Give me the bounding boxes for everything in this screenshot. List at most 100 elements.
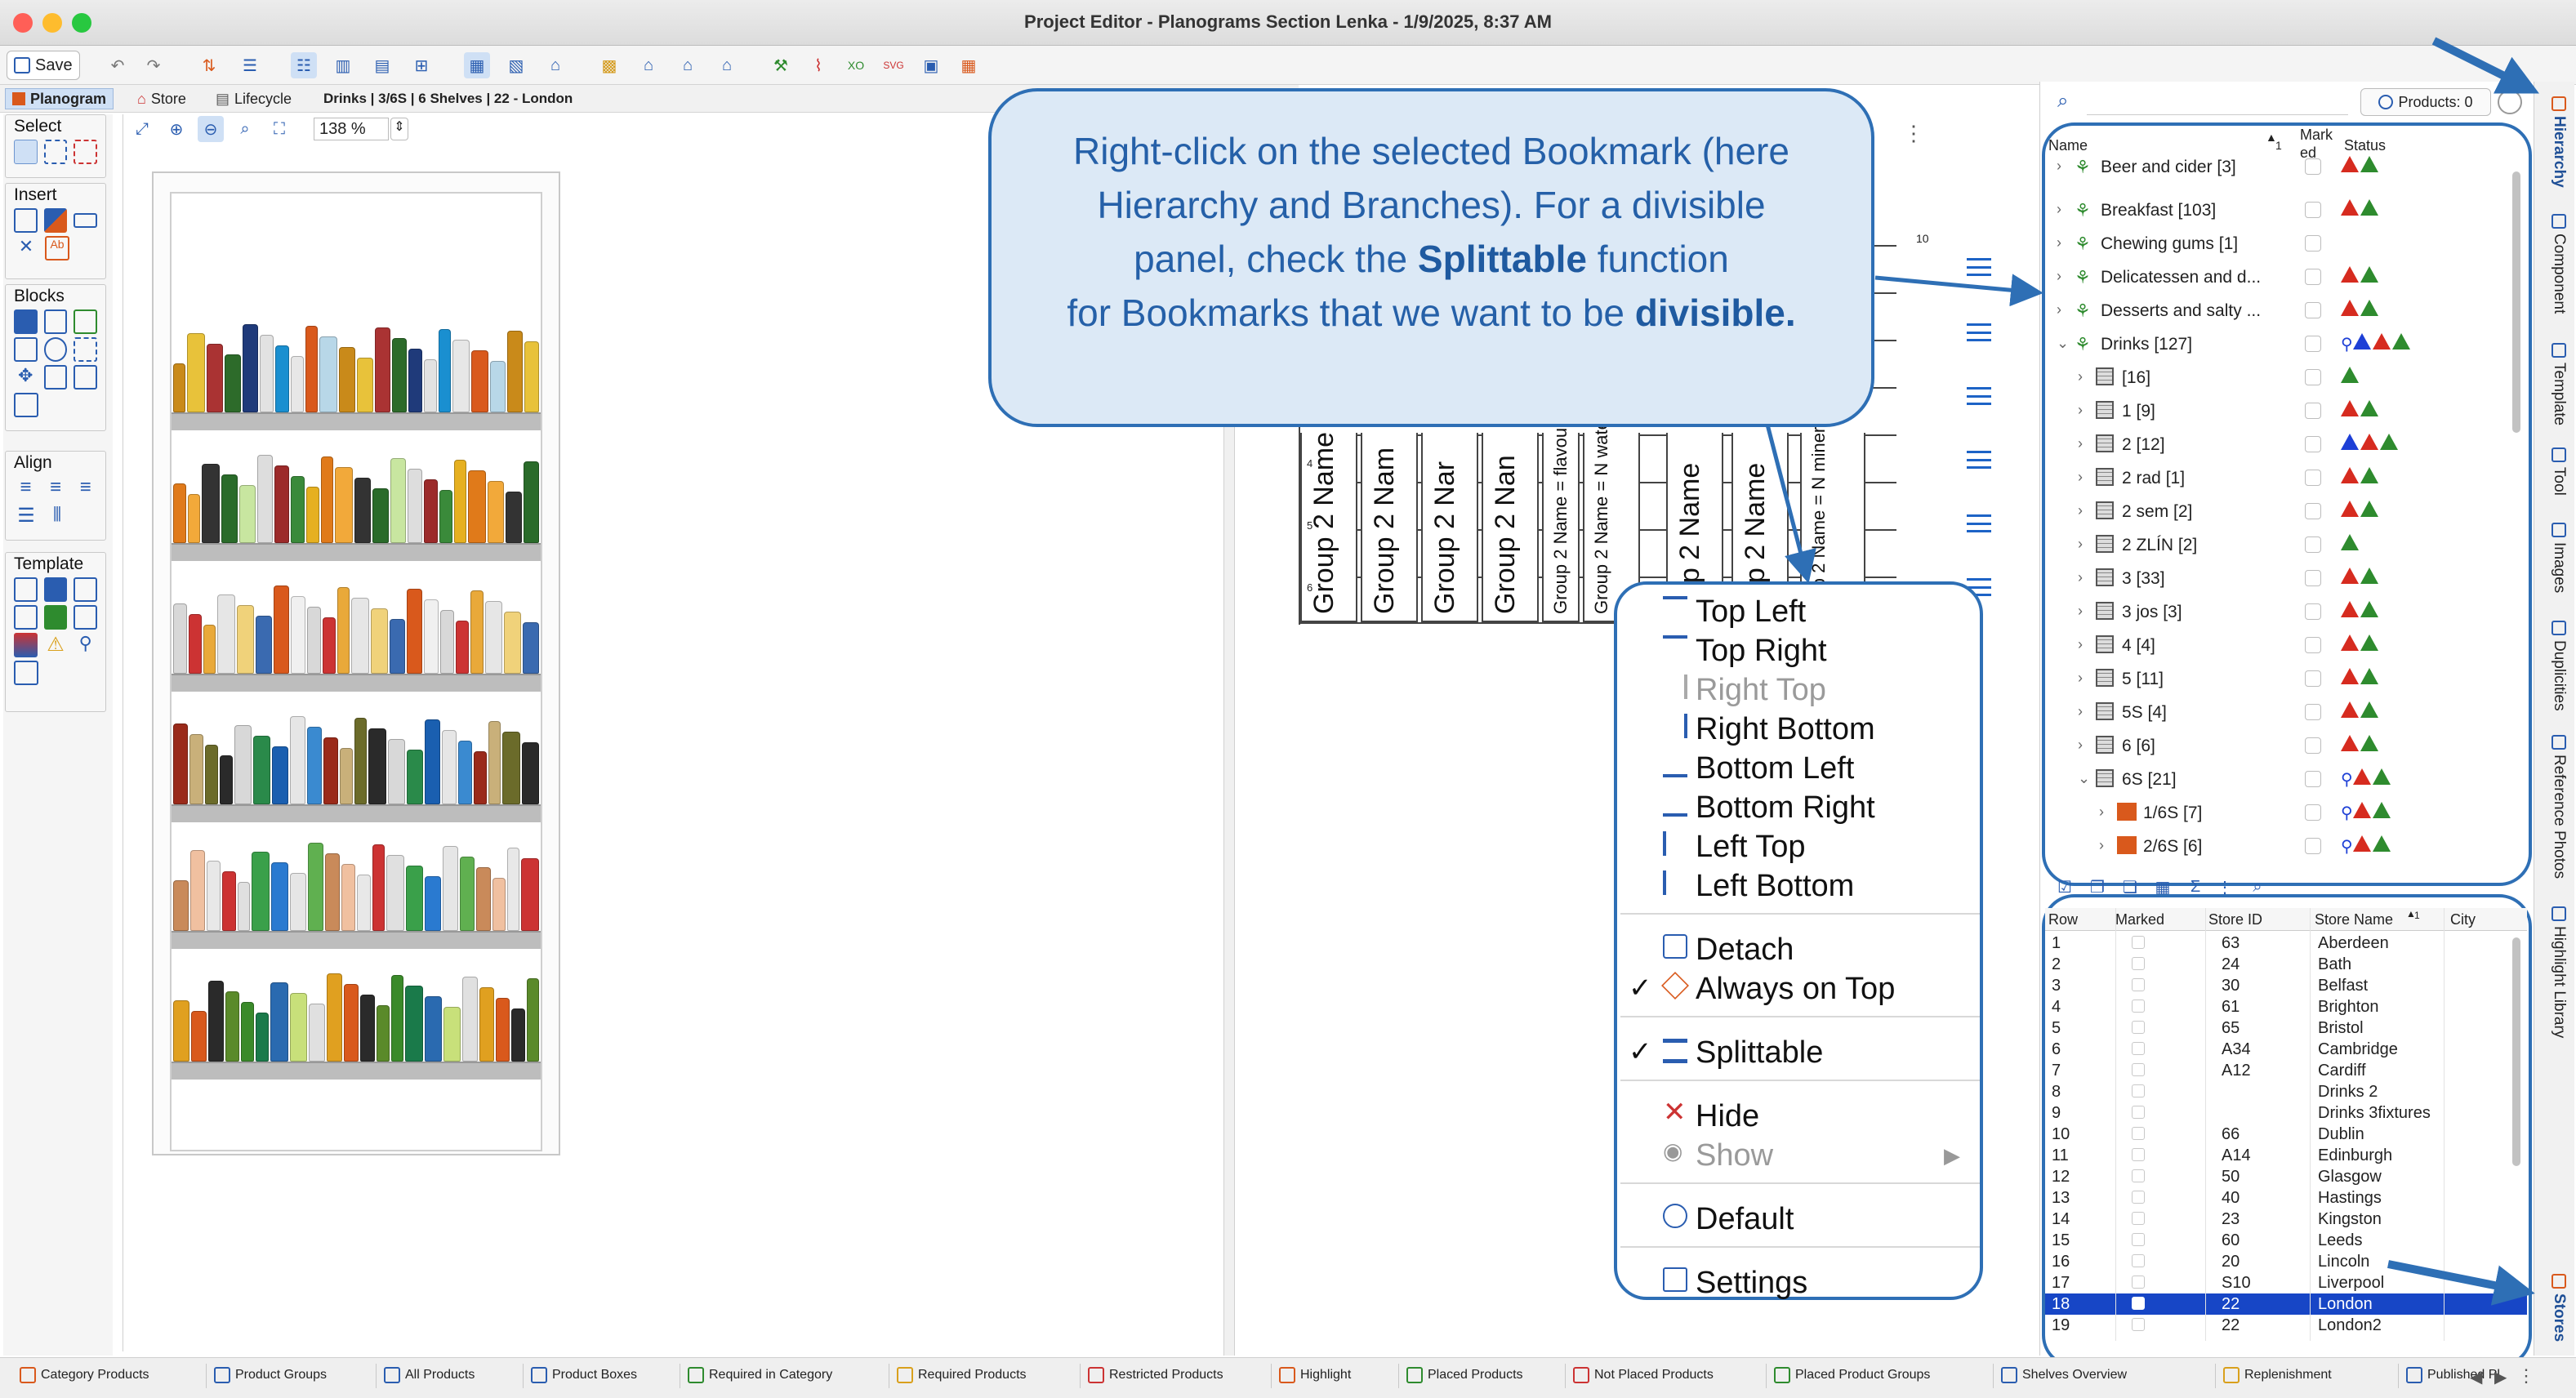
store-row[interactable]: 17 S10 Liverpool [2045, 1272, 2527, 1293]
refresh-icon[interactable] [2498, 90, 2522, 114]
product-facing[interactable] [408, 469, 422, 543]
products-count-filter[interactable]: Products: 0 [2360, 88, 2491, 116]
fixtures-icon[interactable]: ▩ [596, 52, 622, 78]
product-facing[interactable] [191, 1011, 207, 1062]
bottom-tab-highlight[interactable]: Highlight [1279, 1367, 1351, 1383]
product-facing[interactable] [225, 991, 239, 1062]
side-tab-component[interactable]: Component [2540, 214, 2568, 336]
chevron-down-icon[interactable]: ⌄ [2057, 335, 2069, 352]
product-facing[interactable] [386, 855, 404, 931]
bottom-tab-shelves-overview[interactable]: Shelves Overview [2001, 1367, 2127, 1383]
product-facing[interactable] [206, 344, 224, 412]
store-row[interactable]: 1 63 Aberdeen [2045, 933, 2527, 954]
product-facing[interactable] [307, 727, 323, 804]
marked-checkbox[interactable] [2305, 804, 2321, 821]
product-facing[interactable] [372, 488, 390, 543]
marked-checkbox[interactable] [2305, 158, 2321, 175]
template-two-icon[interactable] [43, 577, 68, 602]
product-facing[interactable] [256, 1013, 269, 1062]
image-export-icon[interactable]: ▣ [918, 52, 944, 78]
chevron-right-icon[interactable]: › [2078, 569, 2083, 586]
grid-export-icon[interactable]: ▦ [956, 52, 982, 78]
tab-planogram[interactable]: Planogram [5, 88, 114, 109]
col-marked[interactable]: Marked [2115, 911, 2164, 928]
product-facing[interactable] [207, 861, 221, 931]
marked-checkbox[interactable] [2305, 302, 2321, 318]
block-move-icon[interactable] [14, 337, 38, 362]
product-facing[interactable] [391, 338, 407, 412]
product-facing[interactable] [468, 470, 486, 543]
product-facing[interactable] [471, 350, 488, 412]
product-facing[interactable] [259, 335, 274, 412]
store-row[interactable]: 19 22 London2 [2045, 1315, 2527, 1336]
product-facing[interactable] [424, 876, 442, 931]
product-facing[interactable] [507, 331, 524, 412]
product-facing[interactable] [443, 1007, 461, 1062]
chevron-right-icon[interactable]: › [2078, 368, 2083, 385]
chevron-right-icon[interactable]: › [2099, 837, 2104, 854]
menu-hide[interactable]: Hide [1696, 1097, 1759, 1135]
rows-icon[interactable]: ▤ [369, 52, 395, 78]
store-row[interactable]: 8 Drinks 2 [2045, 1081, 2527, 1102]
shelf[interactable] [172, 412, 541, 430]
product-facing[interactable] [424, 599, 439, 674]
product-facing[interactable] [189, 734, 204, 804]
side-tab-stores[interactable]: Stores [2540, 1274, 2568, 1352]
product-facing[interactable] [173, 483, 187, 543]
house-icon[interactable]: ⌂ [675, 52, 701, 78]
marked-checkbox[interactable] [2305, 202, 2321, 218]
hierarchy-row[interactable]: › 2/6S [6] ⚲ [2045, 830, 2527, 863]
product-facing[interactable] [438, 329, 451, 412]
product-facing[interactable] [360, 995, 375, 1062]
chevron-right-icon[interactable]: › [2057, 268, 2061, 285]
product-facing[interactable] [242, 324, 258, 412]
columns-icon[interactable]: ▥ [330, 52, 356, 78]
hierarchy-row[interactable]: › 3 [33] [2045, 562, 2527, 595]
marked-checkbox[interactable] [2305, 503, 2321, 519]
side-tab-reference-photos[interactable]: Reference Photos [2540, 735, 2568, 898]
product-facing[interactable] [308, 1004, 325, 1062]
product-facing[interactable] [389, 619, 406, 674]
tree-view-icon[interactable]: ☷ [291, 52, 317, 78]
side-tab-tool[interactable]: Tool [2540, 447, 2568, 518]
product-facing[interactable] [222, 871, 236, 931]
marked-checkbox[interactable] [2305, 403, 2321, 419]
planogram-view-icon[interactable]: ▦ [464, 52, 490, 78]
template-five-icon[interactable] [43, 605, 68, 630]
product-facing[interactable] [504, 612, 522, 674]
product-facing[interactable] [189, 614, 203, 674]
store-row[interactable]: 15 60 Leeds [2045, 1230, 2527, 1251]
hierarchy-row[interactable]: › 4 [4] [2045, 629, 2527, 662]
store-marked-checkbox[interactable] [2132, 978, 2145, 991]
product-facing[interactable] [203, 625, 216, 674]
marked-checkbox[interactable] [2305, 470, 2321, 486]
menu-detach[interactable]: Detach [1696, 931, 1794, 968]
store-marked-checkbox[interactable] [2132, 1276, 2145, 1289]
col-store-name[interactable]: Store Name [2315, 911, 2393, 928]
zoom-stepper[interactable]: ⇕ [390, 118, 408, 140]
store-icon[interactable]: ⌂ [542, 52, 568, 78]
align-columns-icon[interactable]: ⦀ [45, 504, 69, 528]
menu-settings[interactable]: Settings [1696, 1264, 1807, 1302]
product-facing[interactable] [390, 458, 407, 543]
hierarchy-row[interactable]: › 2 ZLÍN [2] [2045, 528, 2527, 562]
hierarchy-row[interactable]: › ⚘ Desserts and salty ... [2045, 294, 2527, 327]
zoom-search-icon[interactable]: ⌕ [232, 116, 258, 142]
side-tab-duplicities[interactable]: Duplicities [2540, 621, 2568, 727]
store-row[interactable]: 13 40 Hastings [2045, 1187, 2527, 1209]
marked-checkbox[interactable] [2305, 704, 2321, 720]
hierarchy-row[interactable]: › 6 [6] [2045, 729, 2527, 763]
product-facing[interactable] [368, 728, 386, 804]
menu-splittable[interactable]: Splittable [1696, 1034, 1823, 1071]
menu-bottom-right[interactable]: Bottom Right [1696, 789, 1875, 826]
side-tab-images[interactable]: Images [2540, 523, 2568, 612]
sort-icon[interactable]: ⇅ [196, 52, 222, 78]
product-facing[interactable] [188, 494, 201, 543]
shelf[interactable] [172, 543, 541, 561]
fit-width-icon[interactable]: ⛶ [266, 116, 292, 142]
insert-text-x-icon[interactable]: ✕ [14, 236, 38, 260]
product-facing[interactable] [291, 356, 305, 412]
chevron-right-icon[interactable]: › [2057, 201, 2061, 218]
product-facing[interactable] [252, 852, 270, 931]
store-row[interactable]: 18 22 London [2045, 1293, 2527, 1315]
